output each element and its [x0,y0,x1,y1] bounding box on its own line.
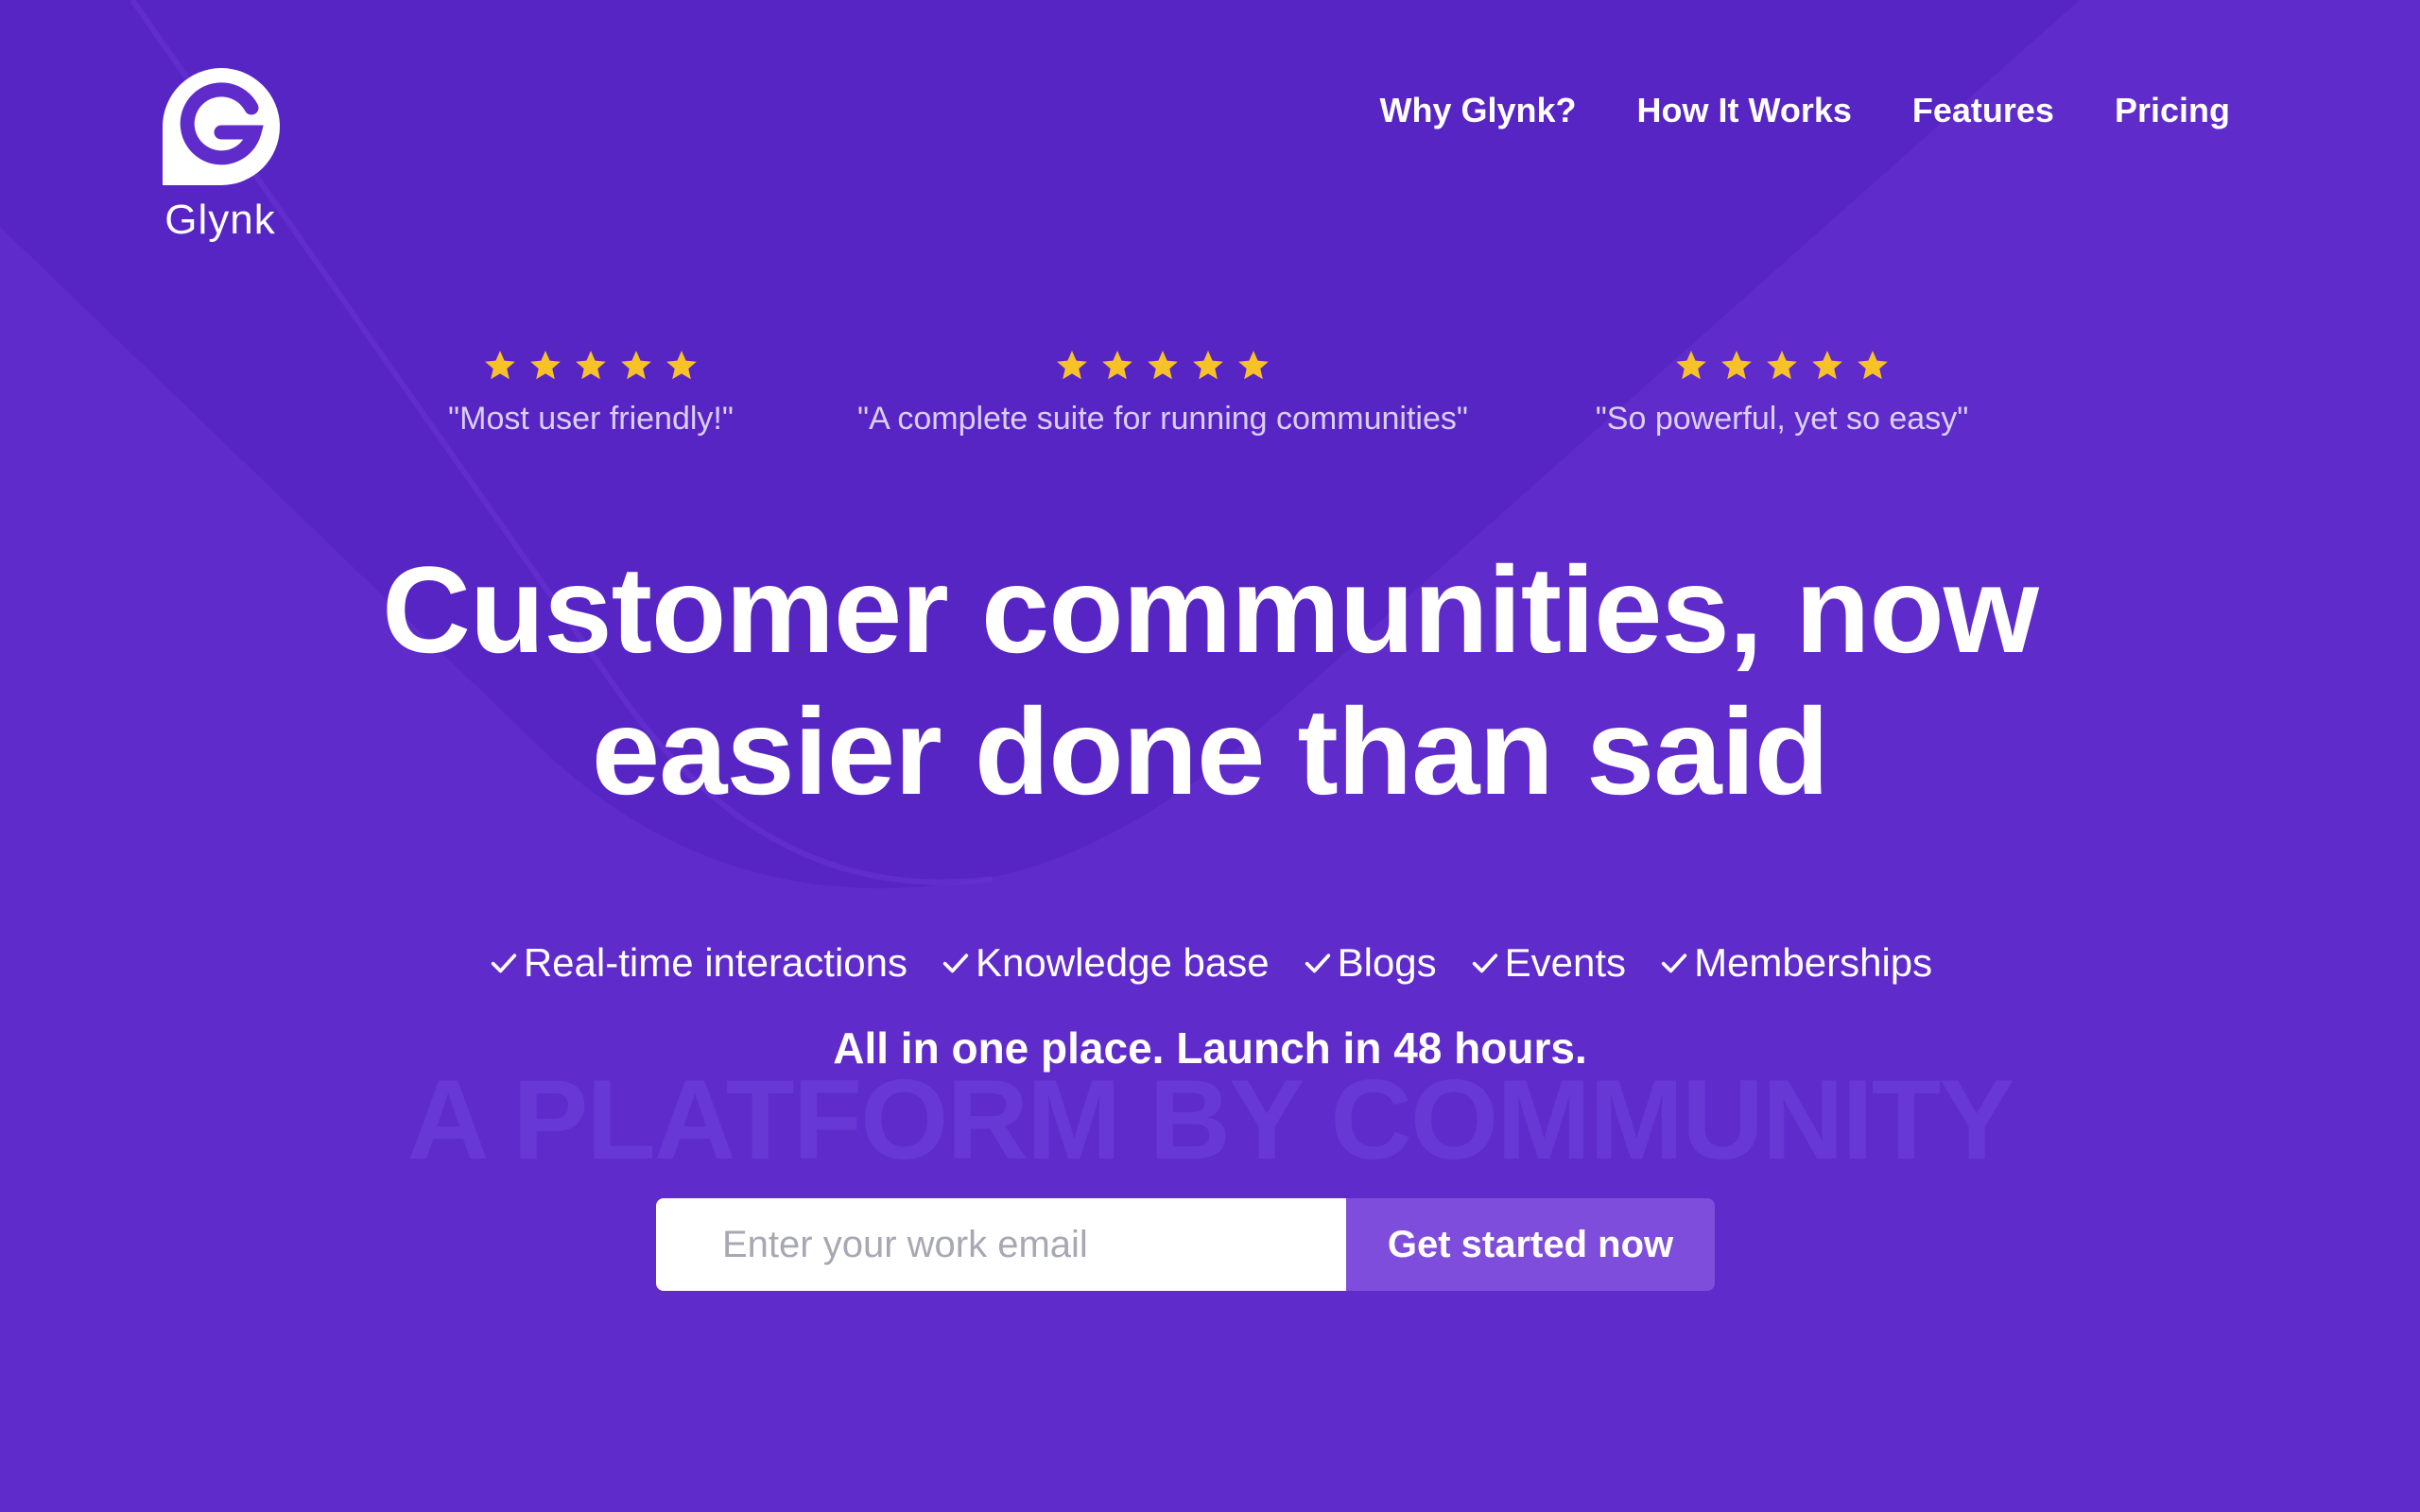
star-icon [1057,351,1087,380]
headline-line-2: easier done than said [591,682,1829,820]
check-icon [491,954,517,973]
get-started-button[interactable]: Get started now [1346,1198,1715,1291]
check-icon [1661,954,1687,973]
hero-headline: Customer communities, now easier done th… [0,539,2420,822]
feature-label: Blogs [1337,940,1437,985]
star-icon [621,351,651,380]
review-quote: "A complete suite for running communitie… [857,401,1468,437]
star-icon [1102,351,1132,380]
feature-label: Events [1504,940,1627,985]
feature-item: Events [1469,940,1626,986]
star-rating [435,348,747,387]
review-card: "A complete suite for running communitie… [832,348,1494,438]
star-icon [1812,351,1842,380]
work-email-input[interactable] [656,1198,1346,1291]
star-icon [1858,351,1888,380]
check-icon [942,954,969,973]
star-icon [1148,351,1178,380]
nav-pricing[interactable]: Pricing [2115,91,2230,130]
review-card: "So powerful, yet so easy" [1574,348,1990,438]
nav-features[interactable]: Features [1912,91,2054,130]
feature-label: Real-time interactions [523,940,908,985]
feature-list: Real-time interactions Knowledge base Bl… [0,940,2420,986]
star-icon [576,351,606,380]
signup-form: Get started now [656,1198,1715,1291]
feature-item: Real-time interactions [488,940,908,986]
feature-item: Memberships [1658,940,1932,986]
glynk-logo[interactable]: Glynk [157,66,284,255]
feature-label: Knowledge base [976,940,1270,985]
review-quote: "Most user friendly!" [448,401,734,437]
reviews-row: "Most user friendly!" "A complete suite … [0,348,2420,452]
star-icon [1676,351,1706,380]
review-quote: "So powerful, yet so easy" [1595,401,1969,437]
review-card: "Most user friendly!" [435,348,747,438]
star-icon [1193,351,1223,380]
star-rating [1574,348,1990,387]
star-icon [485,351,515,380]
watermark-text: A PLATFORM BY COMMUNITY [406,1057,2014,1183]
star-icon [666,351,697,380]
brand-name: Glynk [164,197,276,243]
star-icon [1238,351,1269,380]
site-header: Glynk Why Glynk? How It Works Features P… [0,0,2420,265]
check-icon [1472,954,1497,973]
star-rating [832,348,1494,387]
nav-how-it-works[interactable]: How It Works [1637,91,1852,130]
star-icon [530,351,561,380]
glynk-logo-icon [163,68,280,185]
feature-item: Blogs [1302,940,1437,986]
star-icon [1721,351,1752,380]
headline-line-1: Customer communities, now [382,541,2039,679]
nav-why-glynk[interactable]: Why Glynk? [1380,91,1577,130]
feature-label: Memberships [1694,940,1933,985]
feature-item: Knowledge base [940,940,1270,986]
check-icon [1305,954,1330,973]
main-nav: Why Glynk? How It Works Features Pricing [1380,91,2231,130]
star-icon [1767,351,1797,380]
